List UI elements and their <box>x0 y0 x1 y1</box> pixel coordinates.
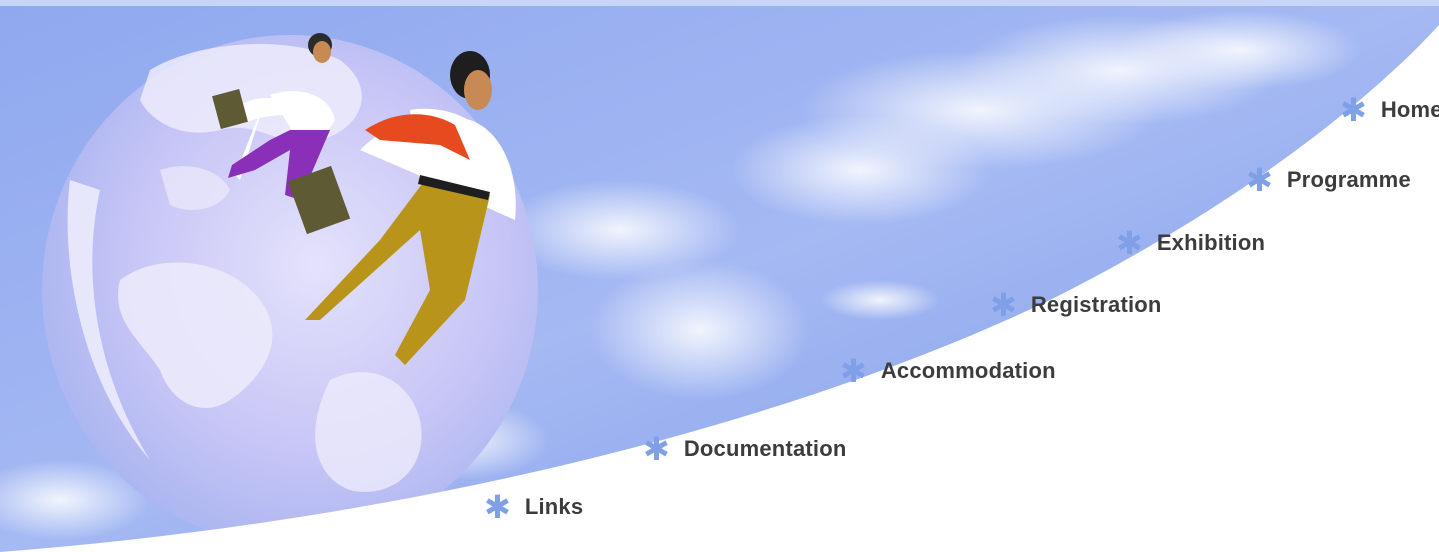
nav-item-home[interactable]: ✱ Home <box>1340 94 1439 126</box>
asterisk-bullet-icon: ✱ <box>990 286 1017 324</box>
nav-item-links[interactable]: ✱ Links <box>484 491 583 523</box>
nav-item-label: Links <box>524 494 584 519</box>
nav-item-label: Accommodation <box>880 358 1056 383</box>
nav-item-label: Exhibition <box>1156 230 1266 255</box>
asterisk-bullet-icon: ✱ <box>840 352 867 390</box>
nav-item-programme[interactable]: ✱ Programme <box>1246 164 1411 196</box>
asterisk-bullet-icon: ✱ <box>1116 224 1143 262</box>
asterisk-bullet-icon: ✱ <box>484 488 511 526</box>
asterisk-bullet-icon: ✱ <box>643 430 670 468</box>
nav-item-registration[interactable]: ✱ Registration <box>990 289 1162 321</box>
header-banner: ✱ Home ✱ Programme ✱ Exhibition ✱ Regist… <box>0 0 1439 552</box>
asterisk-bullet-icon: ✱ <box>1246 161 1273 199</box>
nav-item-accommodation[interactable]: ✱ Accommodation <box>840 355 1056 387</box>
nav-item-exhibition[interactable]: ✱ Exhibition <box>1116 227 1265 259</box>
nav-item-label: Documentation <box>683 436 847 461</box>
banner-artwork <box>0 0 1439 552</box>
nav-item-label: Programme <box>1286 167 1411 192</box>
nav-item-label: Registration <box>1030 292 1162 317</box>
nav-item-documentation[interactable]: ✱ Documentation <box>643 433 847 465</box>
nav-item-label: Home <box>1380 97 1439 122</box>
asterisk-bullet-icon: ✱ <box>1340 91 1367 129</box>
